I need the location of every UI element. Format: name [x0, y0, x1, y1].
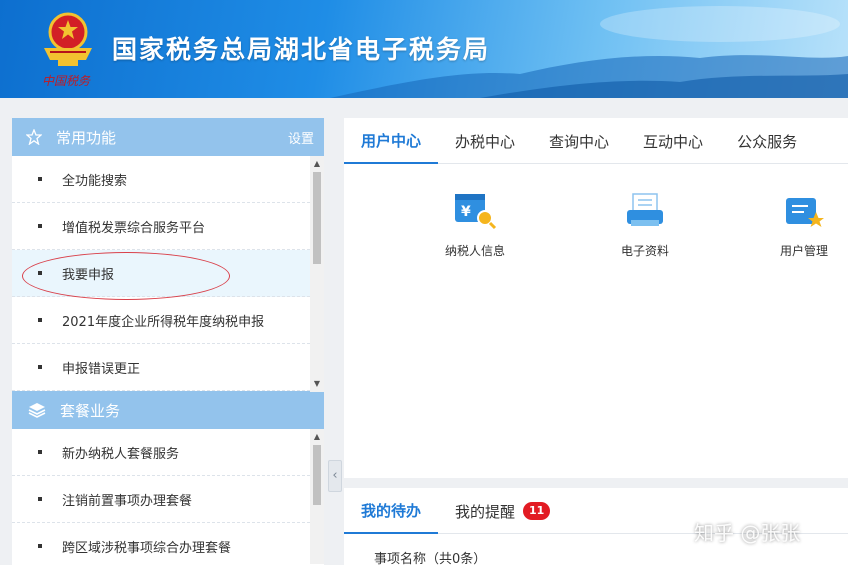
todo-tabs: 我的待办 我的提醒 11: [344, 488, 848, 534]
settings-link[interactable]: 设置: [288, 128, 314, 147]
tab-my-reminders[interactable]: 我的提醒 11: [438, 488, 567, 534]
sidebar-item-label: 新办纳税人套餐服务: [62, 446, 180, 462]
layers-icon: [28, 403, 46, 418]
tab-my-todo[interactable]: 我的待办: [344, 488, 439, 534]
svg-text:中国税务: 中国税务: [42, 74, 91, 88]
scroll-up-arrow-icon[interactable]: ▲: [310, 158, 324, 170]
sidebar-item-full-search[interactable]: 全功能搜索: [12, 156, 310, 203]
sidebar-item-cross-region-package[interactable]: 跨区域涉税事项综合办理套餐: [12, 523, 310, 565]
common-functions-list: 全功能搜索 增值税发票综合服务平台 我要申报 2021年度企业所得税年度纳税申报…: [12, 156, 324, 392]
tab-interaction-center[interactable]: 互动中心: [626, 118, 720, 164]
tab-label: 我的提醒: [455, 502, 516, 521]
tab-query-center[interactable]: 查询中心: [532, 118, 626, 164]
tab-public-service[interactable]: 公众服务: [720, 118, 814, 164]
star-icon: [26, 129, 42, 145]
tile-label: 电子资料: [620, 244, 669, 258]
package-list-scrollbar[interactable]: ▲: [310, 429, 324, 564]
bullet: [38, 318, 42, 322]
bullet: [38, 544, 42, 548]
sidebar-item-declare[interactable]: 我要申报: [12, 250, 310, 297]
tile-user-management[interactable]: 用户管理: [760, 192, 848, 259]
scroll-up-arrow-icon[interactable]: ▲: [310, 431, 324, 443]
tile-electronic-documents[interactable]: 电子资料: [590, 192, 700, 259]
scrollbar-thumb[interactable]: [313, 445, 321, 505]
china-tax-seal-logo: 中国税务: [42, 74, 91, 88]
common-functions-header: 常用功能 设置: [12, 118, 324, 156]
sidebar-item-label: 全功能搜索: [62, 173, 128, 189]
sidebar-item-label: 注销前置事项办理套餐: [62, 493, 193, 509]
sidebar-item-label: 我要申报: [62, 267, 115, 283]
sidebar-item-vat-invoice-platform[interactable]: 增值税发票综合服务平台: [12, 203, 310, 250]
taxpayer-info-icon: ¥: [455, 194, 497, 230]
scroll-down-arrow-icon[interactable]: ▼: [310, 378, 324, 390]
sidebar-item-label: 跨区域涉税事项综合办理套餐: [62, 540, 232, 556]
tile-taxpayer-info[interactable]: ¥ 纳税人信息: [420, 192, 530, 259]
package-services-list: 新办纳税人套餐服务 注销前置事项办理套餐 跨区域涉税事项综合办理套餐 ▲: [12, 429, 324, 565]
sidebar-item-annual-income-tax[interactable]: 2021年度企业所得税年度纳税申报: [12, 297, 310, 344]
user-management-icon: [786, 198, 824, 227]
scrollbar-thumb[interactable]: [313, 172, 321, 264]
bullet: [38, 224, 42, 228]
tab-user-center[interactable]: 用户中心: [344, 118, 439, 164]
todo-panel: 我的待办 我的提醒 11 事项名称（共0条）: [344, 488, 848, 565]
site-title: 国家税务总局湖北省电子税务局: [112, 35, 491, 64]
main-panel: 用户中心 办税中心 查询中心 互动中心 公众服务 ¥ 纳税人信息 电子资料 用户…: [344, 118, 848, 478]
bullet: [38, 450, 42, 454]
sidebar-item-correction[interactable]: 申报错误更正: [12, 344, 310, 391]
header-banner: 中国税务 国家税务总局湖北省电子税务局: [0, 0, 848, 98]
bullet: [38, 271, 42, 275]
sidebar-item-new-taxpayer-package[interactable]: 新办纳税人套餐服务: [12, 429, 310, 476]
bullet: [38, 365, 42, 369]
user-center-tiles: ¥ 纳税人信息 电子资料 用户管理: [344, 164, 848, 364]
tab-tax-center[interactable]: 办税中心: [438, 118, 532, 164]
tax-emblem-icon: [44, 12, 92, 66]
sidebar-item-label: 2021年度企业所得税年度纳税申报: [62, 314, 265, 330]
electronic-documents-icon: [627, 193, 663, 226]
common-list-scrollbar[interactable]: ▲ ▼: [310, 156, 324, 392]
sidebar: 常用功能 设置 全功能搜索 增值税发票综合服务平台 我要申报 2021年度企业所…: [12, 118, 324, 565]
sidebar-item-deregistration-package[interactable]: 注销前置事项办理套餐: [12, 476, 310, 523]
bullet: [38, 497, 42, 501]
reminder-count-badge: 11: [523, 502, 551, 520]
bullet: [38, 177, 42, 181]
package-services-header: 套餐业务: [12, 391, 324, 429]
common-functions-title: 常用功能: [56, 128, 117, 147]
sidebar-item-label: 增值税发票综合服务平台: [62, 220, 206, 236]
main-tabs: 用户中心 办税中心 查询中心 互动中心 公众服务: [344, 118, 848, 164]
collapse-sidebar-chevron-left-icon[interactable]: ‹: [328, 460, 342, 492]
svg-text:¥: ¥: [461, 204, 471, 220]
tile-label: 用户管理: [779, 244, 828, 258]
package-services-title: 套餐业务: [60, 401, 121, 420]
todo-column-header: 事项名称（共0条）: [374, 552, 487, 565]
tile-label: 纳税人信息: [444, 244, 505, 258]
sidebar-item-label: 申报错误更正: [62, 361, 141, 377]
